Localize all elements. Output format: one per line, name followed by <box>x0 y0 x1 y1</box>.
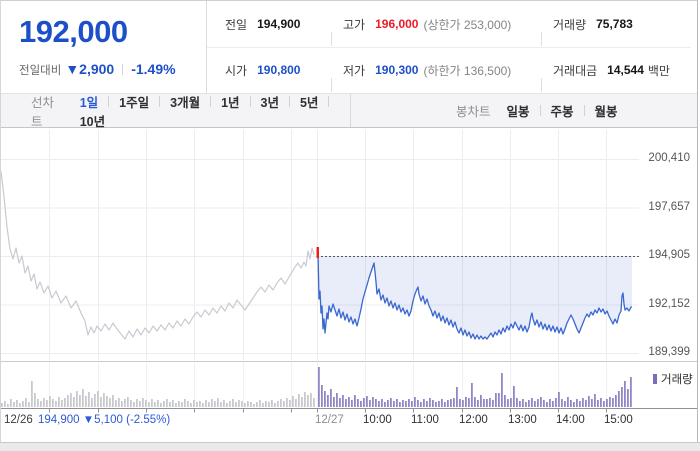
y-axis-label: 192,152 <box>648 297 690 310</box>
tab-1week[interactable]: 1주일 <box>119 96 149 110</box>
change-value: ▼2,900 <box>65 61 115 77</box>
chart-svg[interactable] <box>1 128 700 442</box>
volume-swatch-icon <box>653 374 657 384</box>
current-price-block: 192,000 전일대비 ▼2,900 -1.49% <box>1 1 206 93</box>
current-day-date: 12/27 <box>315 414 344 426</box>
candle-chart-caption: 봉차트 <box>456 105 491 119</box>
change-percent: -1.49% <box>131 61 176 77</box>
divider <box>331 31 332 46</box>
divider <box>108 95 110 107</box>
divider <box>541 77 542 92</box>
divider <box>583 105 585 116</box>
tab-daily[interactable]: 일봉 <box>507 105 530 119</box>
stat-prev-close: 전일 194,900 <box>225 17 301 32</box>
line-chart-tabs: 선차트 1일 1주일 3개월 1년 3년 5년 10년 <box>1 94 351 129</box>
tab-weekly[interactable]: 주봉 <box>551 105 574 119</box>
prev-day-date: 12/26 <box>4 414 33 426</box>
divider <box>541 31 542 46</box>
stat-high: 고가 196,000 (상한가 253,000) <box>331 16 541 46</box>
tab-1day[interactable]: 1일 <box>80 96 98 110</box>
divider <box>122 64 124 75</box>
y-axis-label: 189,399 <box>648 346 690 358</box>
price-header: 192,000 전일대비 ▼2,900 -1.49% 전일 194,900 고가 1… <box>1 1 697 93</box>
tab-10years[interactable]: 10년 <box>80 115 105 129</box>
line-chart-caption: 선차트 <box>31 95 55 129</box>
y-axis-label: 197,657 <box>648 200 690 213</box>
tab-monthly[interactable]: 월봉 <box>595 105 618 119</box>
stat-trade-amount: 거래대금 14,544 백만 <box>541 62 691 92</box>
candle-chart-tabs: 봉차트 일봉 주봉 월봉 <box>351 94 618 127</box>
time-label: 14:00 <box>556 414 585 426</box>
tab-1year[interactable]: 1년 <box>221 96 239 110</box>
time-label: 10:00 <box>363 414 392 426</box>
divider <box>331 77 332 92</box>
divider <box>249 95 251 107</box>
stats-panel: 전일 194,900 고가 196,000 (상한가 253,000) 거래량 … <box>207 1 697 93</box>
volume-legend: 거래량 <box>653 371 693 387</box>
time-label: 13:00 <box>508 414 537 426</box>
divider <box>539 105 541 116</box>
divider <box>159 95 161 107</box>
current-price: 192,000 <box>19 14 128 49</box>
divider <box>288 95 290 107</box>
divider <box>328 95 330 107</box>
stat-low: 저가 190,300 (하한가 136,500) <box>331 62 541 92</box>
prev-day-close-info: 194,900 ▼5,100 (-2.55%) <box>38 414 171 426</box>
y-axis-label: 200,410 <box>648 152 690 164</box>
x-axis-labels: 12/26 194,900 ▼5,100 (-2.55%) 12/27 10:00 11… <box>1 414 700 430</box>
stock-chart-widget: 192,000 전일대비 ▼2,900 -1.49% 전일 194,900 고가 1… <box>0 0 698 442</box>
chart-period-tabbar: 선차트 1일 1주일 3개월 1년 3년 5년 10년 봉차트 일봉 주봉 월봉 <box>1 93 697 129</box>
tab-5years[interactable]: 5년 <box>300 96 318 110</box>
time-label: 11:00 <box>411 414 439 426</box>
time-label: 12:00 <box>459 414 488 426</box>
time-label: 15:00 <box>604 414 633 426</box>
tab-3months[interactable]: 3개월 <box>170 96 200 110</box>
price-change-row: 전일대비 ▼2,900 -1.49% <box>19 61 176 78</box>
chart-area[interactable]: 거래량 12/26 194,900 ▼5,100 (-2.55%) 12/27 10:… <box>1 128 700 442</box>
y-axis-label: 194,905 <box>648 249 690 261</box>
change-label: 전일대비 <box>19 65 62 77</box>
tab-3years[interactable]: 3년 <box>261 96 279 110</box>
stat-volume: 거래량 75,783 <box>541 16 691 46</box>
stat-open: 시가 190,800 <box>225 63 301 78</box>
divider <box>210 95 212 107</box>
